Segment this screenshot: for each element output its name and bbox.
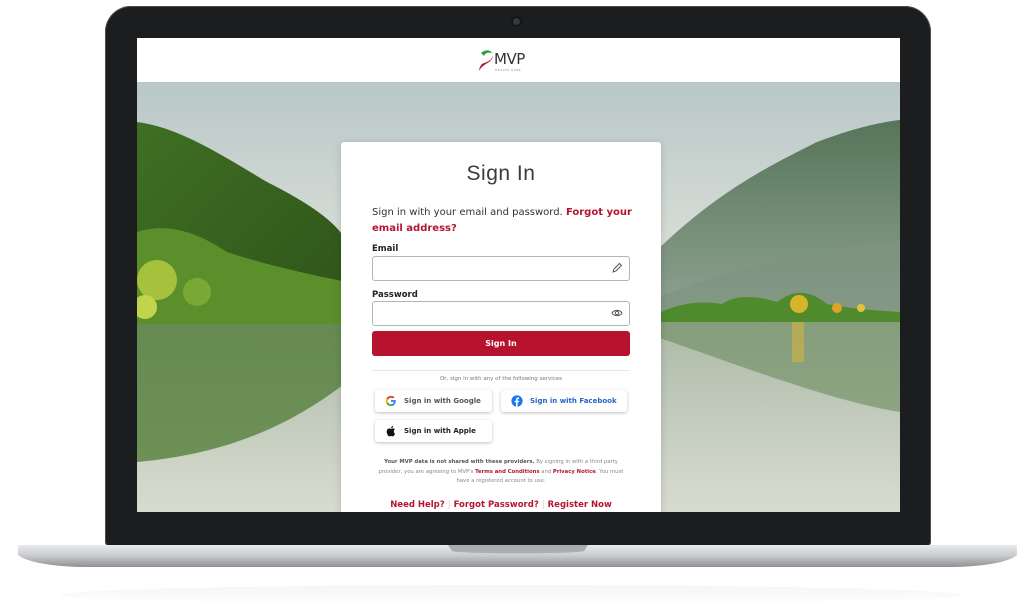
password-field[interactable] — [372, 301, 630, 326]
link-separator: | — [541, 500, 545, 510]
email-label: Email — [372, 244, 399, 254]
laptop-base — [18, 545, 1017, 567]
apple-icon — [386, 425, 395, 437]
divider-label: Or, sign in with any of the following se… — [433, 376, 569, 382]
email-field[interactable] — [372, 256, 630, 281]
mvp-logo[interactable]: MVP HEALTH CARE — [477, 47, 567, 77]
footer-links: Need Help? | Forgot Password? | Register Now — [341, 500, 661, 510]
forgot-password-link[interactable]: Forgot Password? — [454, 500, 539, 510]
google-signin-button[interactable]: Sign in with Google — [375, 390, 492, 412]
pencil-icon[interactable] — [611, 262, 623, 274]
signin-card: Sign In Sign in with your email and pass… — [341, 142, 661, 512]
facebook-signin-button[interactable]: Sign in with Facebook — [501, 390, 627, 412]
browser-screen: MVP HEALTH CARE Sign In Sign in with you… — [137, 38, 900, 512]
password-label: Password — [372, 290, 418, 300]
link-separator: | — [447, 500, 451, 510]
facebook-signin-label: Sign in with Facebook — [530, 397, 617, 405]
facebook-icon — [511, 395, 523, 407]
google-signin-label: Sign in with Google — [404, 397, 481, 405]
eye-icon[interactable] — [611, 307, 623, 319]
terms-link[interactable]: Terms and Conditions — [475, 469, 539, 475]
register-now-link[interactable]: Register Now — [548, 500, 612, 510]
logo-wordmark: MVP — [494, 50, 525, 68]
laptop-shadow — [60, 585, 960, 605]
signin-button[interactable]: Sign In — [372, 331, 630, 356]
page-title: Sign In — [466, 162, 536, 185]
lake-landscape-background: Sign In Sign in with your email and pass… — [137, 82, 900, 512]
webcam-icon — [513, 18, 520, 25]
third-party-disclaimer: Your MVP data is not shared with these p… — [374, 458, 628, 487]
signin-instructions: Sign in with your email and password. Fo… — [372, 205, 632, 237]
privacy-notice-link[interactable]: Privacy Notice — [553, 469, 596, 475]
site-header: MVP HEALTH CARE — [137, 38, 900, 83]
apple-signin-button[interactable]: Sign in with Apple — [375, 420, 492, 442]
google-icon — [385, 395, 396, 406]
disclaimer-lead: Your MVP data is not shared with these p… — [384, 459, 535, 465]
logo-tagline: HEALTH CARE — [495, 68, 522, 72]
social-divider: Or, sign in with any of the following se… — [341, 365, 661, 384]
intro-text: Sign in with your email and password. — [372, 207, 563, 218]
need-help-link[interactable]: Need Help? — [390, 500, 445, 510]
apple-signin-label: Sign in with Apple — [404, 427, 476, 435]
disclaimer-and: and — [541, 468, 552, 475]
mvp-logo-mark-icon — [479, 50, 493, 71]
